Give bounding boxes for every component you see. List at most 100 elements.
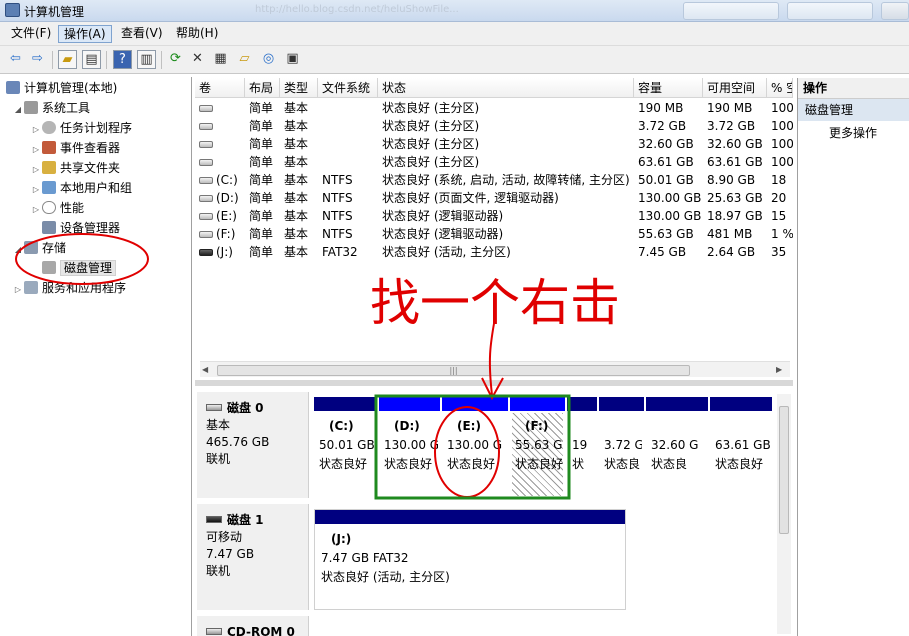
menu-file[interactable]: 文件(F) (6, 25, 56, 43)
table-row[interactable]: (D:) 简单 基本 NTFS 状态良好 (页面文件, 逻辑驱动器) 130.00 GB 2… (195, 189, 793, 207)
tree-item-root[interactable]: 计算机管理(本地) (6, 79, 117, 97)
table-row[interactable]: (F:) 简单 基本 NTFS 状态良好 (逻辑驱动器) 55.63 GB 481 MB 1 … (195, 225, 793, 243)
tree-item-storage[interactable]: ◢ 存储 (12, 239, 66, 257)
table-row[interactable]: 简单 基本 状态良好 (主分区) 32.60 GB 32.60 GB 100 (195, 135, 793, 153)
open-folder-icon[interactable]: ▱ (235, 50, 254, 69)
table-row[interactable]: 简单 基本 状态良好 (主分区) 3.72 GB 3.72 GB 100 (195, 117, 793, 135)
table-row[interactable]: (C:) 简单 基本 NTFS 状态良好 (系统, 启动, 活动, 故障转储, 主分区)… (195, 171, 793, 189)
tree-item-performance[interactable]: ▷ 性能 (30, 199, 84, 217)
type-cell: 基本 (284, 155, 309, 169)
partition-2[interactable]: (E:) 130.00 G 状态良好 (442, 397, 508, 498)
collapsed-arrow-icon[interactable]: ▷ (30, 141, 42, 159)
partition-0[interactable]: (C:) 50.01 GB 状态良好 (314, 397, 377, 498)
show-hide-tree-icon[interactable]: ▤ (82, 50, 101, 69)
column-header-layout[interactable]: 布局 (245, 78, 280, 98)
tree-item-system-tools[interactable]: ◢ 系统工具 (12, 99, 90, 117)
minimize-button[interactable] (683, 2, 779, 20)
partition-name (651, 417, 706, 436)
partition-7[interactable]: 63.61 GB 状态良好 (710, 397, 772, 498)
collapsed-arrow-icon[interactable]: ▷ (30, 121, 42, 139)
partition-4[interactable]: 19 状 (567, 397, 597, 498)
horizontal-scrollbar[interactable]: ◀ ||| ▶ (200, 361, 790, 377)
expanded-arrow-icon[interactable]: ◢ (12, 101, 24, 119)
maximize-button[interactable] (787, 2, 873, 20)
collapsed-arrow-icon[interactable]: ▷ (12, 281, 24, 299)
drive-icon (199, 213, 213, 220)
menu-help[interactable]: 帮助(H) (171, 25, 223, 43)
collapsed-arrow-icon[interactable]: ▷ (30, 181, 42, 199)
up-folder-icon[interactable]: ▰ (58, 50, 77, 69)
delete-icon[interactable]: ✕ (188, 50, 207, 69)
layout-cell: 简单 (249, 155, 274, 169)
menu-view[interactable]: 查看(V) (116, 25, 168, 43)
table-row[interactable]: 简单 基本 状态良好 (主分区) 63.61 GB 63.61 GB 100 (195, 153, 793, 171)
column-header-type[interactable]: 类型 (280, 78, 318, 98)
help-icon[interactable]: ? (113, 50, 132, 69)
partition-5[interactable]: 3.72 G 状态良 (599, 397, 644, 498)
partition-1[interactable]: (D:) 130.00 G 状态良好 (379, 397, 440, 498)
tree-item-local-users[interactable]: ▷ 本地用户和组 (30, 179, 132, 197)
collapsed-arrow-icon[interactable]: ▷ (30, 201, 42, 219)
column-header-free-space[interactable]: 可用空间 (703, 78, 767, 98)
computer-icon (6, 81, 20, 94)
layout-cell: 简单 (249, 191, 274, 205)
disk-0-label[interactable]: 磁盘 0 基本 465.76 GB 联机 (197, 392, 309, 498)
table-row[interactable]: (E:) 简单 基本 NTFS 状态良好 (逻辑驱动器) 130.00 GB 18.97 G… (195, 207, 793, 225)
disk-settings-icon[interactable]: ▣ (283, 50, 302, 69)
status-cell: 状态良好 (主分区) (382, 137, 480, 151)
disk-1-label[interactable]: 磁盘 1 可移动 7.47 GB 联机 (197, 504, 309, 610)
partition-name: (F:) (525, 419, 549, 433)
vertical-scrollbar[interactable] (777, 394, 791, 634)
volume-name: (J:) (216, 245, 233, 259)
cdrom-0-label[interactable]: CD-ROM 0 (197, 616, 309, 636)
type-cell: 基本 (284, 137, 309, 151)
volume-cell (195, 99, 245, 117)
close-button[interactable] (881, 2, 909, 20)
column-header-volume[interactable]: 卷 (195, 78, 245, 98)
partition-bar (315, 510, 625, 524)
action-pane-icon[interactable]: ▥ (137, 50, 156, 69)
properties-icon[interactable]: ▦ (211, 50, 230, 69)
tree-item-device-manager[interactable]: 设备管理器 (42, 219, 120, 237)
cap-cell: 50.01 GB (638, 173, 694, 187)
refresh-icon[interactable]: ⟳ (166, 50, 185, 69)
tree-item-task-scheduler[interactable]: ▷ 任务计划程序 (30, 119, 132, 137)
column-header-percent-free[interactable]: % 空 (767, 78, 793, 98)
column-header-status[interactable]: 状态 (378, 78, 634, 98)
more-actions-link[interactable]: 更多操作 (798, 121, 909, 145)
table-row[interactable]: (J:) 简单 基本 FAT32 状态良好 (活动, 主分区) 7.45 GB 2.64 G… (195, 243, 793, 261)
cap-cell: 55.63 GB (638, 227, 694, 241)
tree-item-disk-management[interactable]: 磁盘管理 (42, 259, 117, 277)
drive-icon (199, 123, 213, 130)
scroll-right-icon[interactable]: ▶ (776, 365, 782, 374)
tree-item-shared-folders[interactable]: ▷ 共享文件夹 (30, 159, 120, 177)
menu-action[interactable]: 操作(A) (58, 25, 112, 43)
column-header-filesystem[interactable]: 文件系统 (318, 78, 378, 98)
scroll-left-icon[interactable]: ◀ (202, 365, 208, 374)
partition-3[interactable]: (F:) 55.63 G 状态良好 (510, 397, 565, 498)
partition-j[interactable]: (J:) 7.47 GB FAT32 状态良好 (活动, 主分区) (314, 509, 626, 610)
cap-cell: 63.61 GB (638, 155, 694, 169)
performance-icon (42, 201, 56, 214)
scroll-thumb[interactable]: ||| (217, 365, 690, 376)
column-header-capacity[interactable]: 容量 (634, 78, 703, 98)
scroll-thumb[interactable] (779, 406, 789, 534)
expanded-arrow-icon[interactable]: ◢ (12, 241, 24, 259)
volume-list: 卷 布局 类型 文件系统 状态 容量 可用空间 % 空 简单基本状态良好 (主分… (195, 78, 793, 378)
partition-6[interactable]: 32.60 G 状态良 (646, 397, 708, 498)
tree-item-services-apps[interactable]: ▷ 服务和应用程序 (12, 279, 126, 297)
layout-cell: 简单 (249, 173, 274, 187)
actions-section-disk-management[interactable]: 磁盘管理 (798, 99, 909, 121)
back-arrow-icon[interactable]: ⇦ (6, 50, 25, 69)
pct-cell: 20 (771, 191, 787, 205)
search-icon[interactable]: ◎ (259, 50, 278, 69)
toolbar-separator (106, 51, 107, 69)
partition-bar (314, 397, 377, 411)
device-manager-icon (42, 221, 56, 234)
collapsed-arrow-icon[interactable]: ▷ (30, 161, 42, 179)
tree-item-event-viewer[interactable]: ▷ 事件查看器 (30, 139, 120, 157)
forward-arrow-icon[interactable]: ⇨ (28, 50, 47, 69)
partition-bar (567, 397, 597, 411)
pct-cell: 100 (771, 137, 793, 151)
table-row[interactable]: 简单 基本 状态良好 (主分区) 190 MB 190 MB 100 (195, 99, 793, 117)
